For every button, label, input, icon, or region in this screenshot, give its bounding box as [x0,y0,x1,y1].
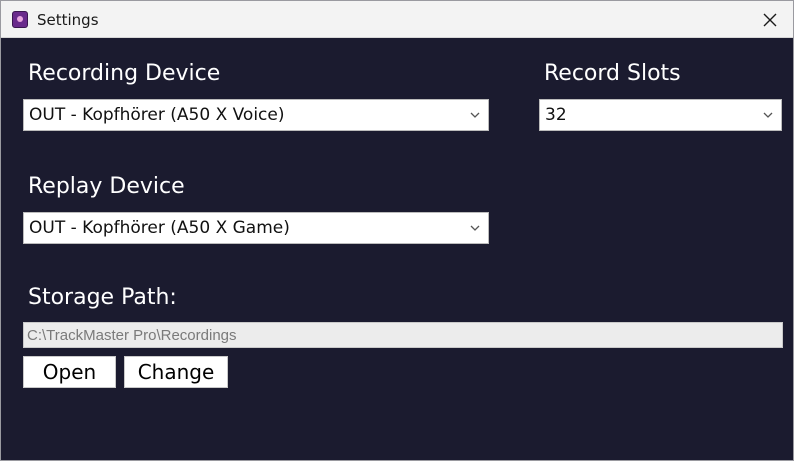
close-icon [763,13,777,26]
record-slots-value: 32 [545,105,567,125]
chevron-down-icon [470,112,480,118]
replay-device-select[interactable]: OUT - Kopfhörer (A50 X Game) [23,212,489,244]
open-button[interactable]: Open [23,356,116,388]
chevron-down-icon [470,225,480,231]
replay-device-label: Replay Device [28,174,185,199]
window-title: Settings [37,11,99,29]
record-slots-label: Record Slots [544,61,681,86]
recording-device-select[interactable]: OUT - Kopfhörer (A50 X Voice) [23,99,489,131]
app-icon [12,11,28,28]
change-button[interactable]: Change [124,356,228,388]
settings-window: Settings Recording Device OUT - Kopfhöre… [0,0,794,461]
recording-device-value: OUT - Kopfhörer (A50 X Voice) [29,105,285,125]
replay-device-value: OUT - Kopfhörer (A50 X Game) [29,218,290,238]
storage-path-field[interactable] [23,322,783,348]
storage-path-label: Storage Path: [28,285,177,310]
close-button[interactable] [747,1,793,38]
record-slots-select[interactable]: 32 [539,99,782,131]
chevron-down-icon [763,112,773,118]
storage-path-input[interactable] [27,326,782,344]
title-bar[interactable]: Settings [1,1,793,38]
recording-device-label: Recording Device [28,61,221,86]
